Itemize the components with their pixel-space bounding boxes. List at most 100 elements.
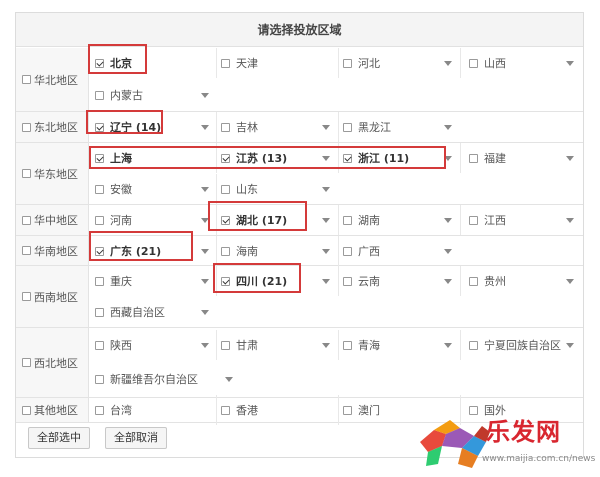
province-henan[interactable]: 河南 (95, 205, 217, 235)
province-guangdong[interactable]: 广东 (21) (95, 236, 217, 266)
chevron-down-icon[interactable] (201, 249, 209, 254)
province-qinghai[interactable]: 青海 (338, 330, 460, 360)
chevron-down-icon[interactable] (444, 156, 452, 161)
province-checkbox[interactable] (221, 122, 230, 132)
province-checkbox[interactable] (95, 246, 104, 256)
province-checkbox[interactable] (95, 58, 104, 68)
province-checkbox[interactable] (343, 340, 352, 350)
chevron-down-icon[interactable] (225, 377, 233, 382)
province-checkbox[interactable] (221, 153, 230, 163)
province-checkbox[interactable] (95, 374, 104, 384)
deselect-all-button[interactable]: 全部取消 (105, 427, 167, 449)
province-fujian[interactable]: 福建 (460, 143, 582, 173)
chevron-down-icon[interactable] (201, 279, 209, 284)
region-checkbox-qita[interactable] (22, 405, 31, 415)
chevron-down-icon[interactable] (444, 125, 452, 130)
province-xizang[interactable]: 西藏自治区 (95, 297, 217, 327)
chevron-down-icon[interactable] (566, 156, 574, 161)
chevron-down-icon[interactable] (322, 279, 330, 284)
chevron-down-icon[interactable] (444, 343, 452, 348)
province-jiangxi[interactable]: 江西 (460, 205, 582, 235)
province-checkbox[interactable] (95, 405, 104, 415)
province-jiangsu[interactable]: 江苏 (13) (216, 143, 338, 173)
province-tianjin[interactable]: 天津 (216, 48, 338, 78)
province-gansu[interactable]: 甘肃 (216, 330, 338, 360)
region-checkbox-huazhong[interactable] (22, 215, 31, 225)
chevron-down-icon[interactable] (566, 61, 574, 66)
chevron-down-icon[interactable] (444, 249, 452, 254)
province-checkbox[interactable] (469, 153, 478, 163)
province-hunan[interactable]: 湖南 (338, 205, 460, 235)
province-checkbox[interactable] (221, 215, 230, 225)
region-header-huanan[interactable]: 华南地区 (16, 236, 89, 265)
province-hainan[interactable]: 海南 (216, 236, 338, 266)
region-header-dongbei[interactable]: 东北地区 (16, 112, 89, 142)
province-shanxi[interactable]: 山西 (460, 48, 582, 78)
region-header-huadong[interactable]: 华东地区 (16, 143, 89, 204)
province-shaanxi[interactable]: 陕西 (95, 330, 217, 360)
province-checkbox[interactable] (221, 405, 230, 415)
province-xinjiang[interactable]: 新疆维吾尔自治区 (95, 364, 235, 394)
region-header-huazhong[interactable]: 华中地区 (16, 205, 89, 235)
province-checkbox[interactable] (95, 340, 104, 350)
province-guizhou[interactable]: 贵州 (460, 266, 582, 296)
chevron-down-icon[interactable] (322, 187, 330, 192)
chevron-down-icon[interactable] (566, 218, 574, 223)
region-checkbox-huadong[interactable] (22, 169, 31, 178)
province-checkbox[interactable] (95, 184, 104, 194)
chevron-down-icon[interactable] (566, 279, 574, 284)
province-ningxia[interactable]: 宁夏回族自治区 (460, 330, 582, 360)
province-shanghai[interactable]: 上海 (95, 143, 217, 173)
chevron-down-icon[interactable] (444, 218, 452, 223)
chevron-down-icon[interactable] (201, 125, 209, 130)
province-checkbox[interactable] (95, 122, 104, 132)
province-checkbox[interactable] (95, 307, 104, 317)
chevron-down-icon[interactable] (322, 343, 330, 348)
province-checkbox[interactable] (221, 184, 230, 194)
province-anhui[interactable]: 安徽 (95, 174, 217, 204)
region-header-huabei[interactable]: 华北地区 (16, 48, 89, 111)
province-checkbox[interactable] (343, 246, 352, 256)
chevron-down-icon[interactable] (322, 218, 330, 223)
region-checkbox-xibei[interactable] (22, 358, 31, 367)
province-checkbox[interactable] (343, 58, 352, 68)
province-checkbox[interactable] (343, 405, 352, 415)
province-checkbox[interactable] (469, 276, 478, 286)
chevron-down-icon[interactable] (322, 125, 330, 130)
province-checkbox[interactable] (343, 153, 352, 163)
province-hubei[interactable]: 湖北 (17) (216, 205, 338, 235)
province-checkbox[interactable] (221, 340, 230, 350)
province-checkbox[interactable] (221, 246, 230, 256)
province-hebei[interactable]: 河北 (338, 48, 460, 78)
region-checkbox-dongbei[interactable] (22, 122, 31, 132)
region-header-xinan[interactable]: 西南地区 (16, 266, 89, 327)
province-checkbox[interactable] (343, 276, 352, 286)
chevron-down-icon[interactable] (201, 343, 209, 348)
chevron-down-icon[interactable] (444, 279, 452, 284)
chevron-down-icon[interactable] (201, 310, 209, 315)
chevron-down-icon[interactable] (322, 156, 330, 161)
select-all-button[interactable]: 全部选中 (28, 427, 90, 449)
province-checkbox[interactable] (343, 122, 352, 132)
region-header-qita[interactable]: 其他地区 (16, 398, 89, 422)
chevron-down-icon[interactable] (444, 61, 452, 66)
region-checkbox-xinan[interactable] (22, 292, 31, 301)
chevron-down-icon[interactable] (201, 187, 209, 192)
province-checkbox[interactable] (95, 215, 104, 225)
region-checkbox-huanan[interactable] (22, 246, 31, 255)
province-checkbox[interactable] (95, 90, 104, 100)
province-checkbox[interactable] (469, 215, 478, 225)
region-checkbox-huabei[interactable] (22, 75, 31, 84)
province-heilongjiang[interactable]: 黑龙江 (338, 112, 460, 142)
province-checkbox[interactable] (469, 58, 478, 68)
province-liaoning[interactable]: 辽宁 (14) (95, 112, 217, 142)
province-shandong[interactable]: 山东 (216, 174, 338, 204)
province-checkbox[interactable] (343, 215, 352, 225)
chevron-down-icon[interactable] (201, 218, 209, 223)
region-header-xibei[interactable]: 西北地区 (16, 328, 89, 397)
province-checkbox[interactable] (221, 276, 230, 286)
province-zhejiang[interactable]: 浙江 (11) (338, 143, 460, 173)
province-yunnan[interactable]: 云南 (338, 266, 460, 296)
province-neimenggu[interactable]: 内蒙古 (95, 80, 217, 110)
province-sichuan[interactable]: 四川 (21) (216, 266, 338, 296)
